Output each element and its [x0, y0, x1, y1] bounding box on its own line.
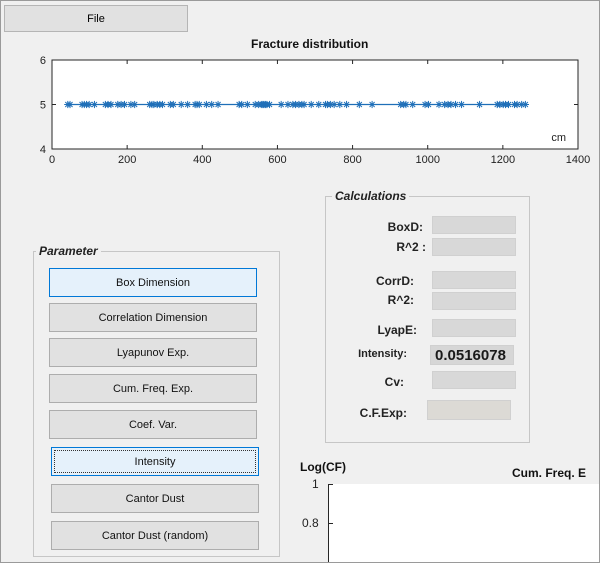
corrd-label: CorrD: [376, 274, 414, 288]
y-tick-label: 6 [40, 55, 46, 67]
lyape-label: LyapE: [377, 323, 417, 337]
y-tick-label: 4 [40, 144, 46, 156]
cumfreq-plot-area [328, 484, 599, 562]
x-tick-label: 1400 [566, 154, 590, 166]
cumfreq-ytick [328, 484, 333, 485]
x-tick-label: 1200 [491, 154, 515, 166]
lyapunov-exp-button[interactable]: Lyapunov Exp. [49, 338, 257, 367]
data-point [300, 100, 308, 109]
app-window: File Fracture distribution 0 200 400 600 800… [0, 0, 600, 563]
x-tick-label: 1000 [415, 154, 439, 166]
data-point [195, 100, 203, 109]
box-dimension-button[interactable]: Box Dimension [49, 268, 257, 297]
data-point [409, 100, 417, 109]
x-tick-label: 800 [343, 154, 361, 166]
data-point [66, 100, 74, 109]
x-axis-label: cm [551, 132, 566, 144]
data-point [214, 100, 222, 109]
cumfreq-ytick [328, 523, 333, 524]
cumfreq-title: Cum. Freq. E [512, 466, 587, 480]
cumfreq-ytick-label: 1 [312, 477, 319, 491]
chart-title: Fracture distribution [251, 37, 369, 51]
data-point [90, 100, 99, 109]
data-point [107, 100, 115, 109]
cantor-dust-random-button[interactable]: Cantor Dust (random) [51, 521, 259, 550]
cum-freq-exp-button[interactable]: Cum. Freq. Exp. [49, 374, 257, 403]
cv-field [432, 371, 516, 389]
boxd-label: BoxD: [387, 220, 423, 234]
data-point [521, 100, 529, 109]
r2-corr-field [432, 292, 516, 310]
correlation-dimension-button[interactable]: Correlation Dimension [49, 303, 257, 332]
cantor-dust-button[interactable]: Cantor Dust [51, 484, 259, 513]
cumfreq-ylabel: Log(CF) [300, 460, 346, 474]
data-point [131, 100, 139, 109]
r2-corr-label: R^2: [387, 293, 414, 307]
cv-label: Cv: [384, 375, 404, 389]
corrd-field [432, 271, 516, 289]
data-point [336, 100, 344, 109]
data-point [243, 100, 251, 109]
data-point [169, 100, 177, 109]
cumfreq-ytick-label: 0.8 [302, 516, 319, 530]
data-point [208, 100, 216, 109]
fracture-distribution-chart: 0 200 400 600 800 1000 1200 1400 4 5 6 cm [40, 55, 590, 166]
file-menu-button[interactable]: File [4, 5, 188, 32]
cfexp-field [427, 400, 511, 420]
data-point [424, 100, 433, 109]
data-point [277, 100, 285, 109]
intensity-value: 0.0516078 [430, 345, 514, 365]
x-tick-label: 0 [49, 154, 55, 166]
x-tick-label: 400 [193, 154, 211, 166]
parameter-title: Parameter [36, 244, 101, 258]
data-point [368, 100, 376, 109]
calculations-title: Calculations [332, 189, 410, 203]
data-point [158, 100, 167, 109]
r2-box-label: R^2 : [396, 240, 426, 254]
lyape-field [432, 319, 516, 337]
boxd-field [432, 216, 516, 234]
x-tick-label: 200 [118, 154, 136, 166]
data-point [184, 100, 192, 109]
y-tick-label: 5 [40, 100, 46, 112]
intensity-label: Intensity: [358, 348, 407, 360]
data-point [177, 100, 185, 109]
intensity-button[interactable]: Intensity [51, 447, 259, 476]
data-point [120, 100, 129, 109]
r2-box-field [432, 238, 516, 256]
cfexp-label: C.F.Exp: [359, 406, 407, 420]
coef-var-button[interactable]: Coef. Var. [49, 410, 257, 439]
x-tick-label: 600 [268, 154, 286, 166]
